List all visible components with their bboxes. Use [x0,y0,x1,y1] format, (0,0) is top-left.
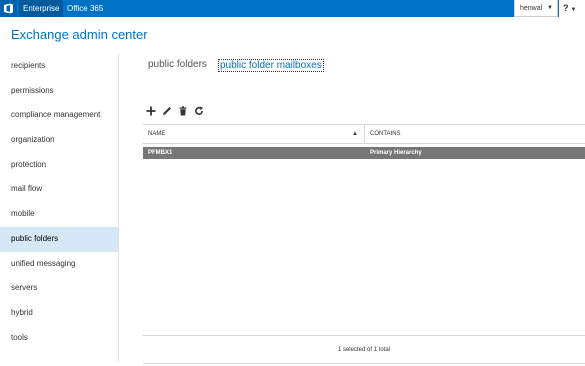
help-menu[interactable]: ? ▼ [559,0,585,17]
table-row[interactable]: PFMBX1 Primary Hierarchy [143,147,585,159]
tab-office-365[interactable]: Office 365 [63,0,107,17]
nav-item-hybrid[interactable]: hybrid [0,301,118,326]
chevron-down-icon: ▼ [570,7,577,13]
user-name: henwal [520,5,543,12]
nav-item-organization[interactable]: organization [0,128,118,153]
column-header-contains[interactable]: CONTAINS [365,125,585,143]
tab-enterprise[interactable]: Enterprise [19,0,64,17]
help-icon: ? [563,3,569,13]
edit-icon[interactable] [162,105,172,117]
office-logo-icon[interactable] [0,0,17,17]
nav-item-compliance-management[interactable]: compliance management [0,103,118,128]
selection-count: 1 selected of 1 total [337,347,391,353]
nav-item-mail-flow[interactable]: mail flow [0,177,118,202]
nav-item-protection[interactable]: protection [0,153,118,178]
cell-name: PFMBX1 [148,150,173,156]
user-menu[interactable]: henwal ▼ [514,0,558,17]
nav-item-public-folders[interactable]: public folders [0,226,118,252]
add-icon[interactable] [146,105,156,117]
top-navigation-bar: Enterprise Office 365 henwal ▼ ? ▼ [0,0,585,17]
delete-icon[interactable] [178,105,188,117]
nav-item-servers[interactable]: servers [0,276,118,301]
grid-footer: 1 selected of 1 total [143,335,585,364]
tab-public-folders[interactable]: public folders [148,59,207,70]
nav-item-mobile[interactable]: mobile [0,202,118,227]
nav-item-tools[interactable]: tools [0,326,118,351]
refresh-icon[interactable] [194,105,204,117]
mailbox-grid: NAME ▲ CONTAINS PFMBX1 Primary Hierarchy… [143,124,585,364]
page-title: Exchange admin center [11,27,148,42]
tab-public-folder-mailboxes[interactable]: public folder mailboxes [218,59,324,72]
sort-ascending-icon: ▲ [352,131,358,137]
chevron-down-icon: ▼ [547,5,553,11]
toolbar [146,105,204,119]
nav-item-unified-messaging[interactable]: unified messaging [0,252,118,277]
cell-contains: Primary Hierarchy [370,150,422,156]
column-header-name[interactable]: NAME ▲ [143,125,365,143]
nav-item-permissions[interactable]: permissions [0,79,118,104]
column-header-label: NAME [148,131,166,137]
column-header-label: CONTAINS [370,131,401,137]
nav-item-recipients[interactable]: recipients [0,54,118,79]
grid-header: NAME ▲ CONTAINS [143,125,585,144]
nav-divider [118,54,119,362]
left-navigation: recipients permissions compliance manage… [0,54,118,350]
